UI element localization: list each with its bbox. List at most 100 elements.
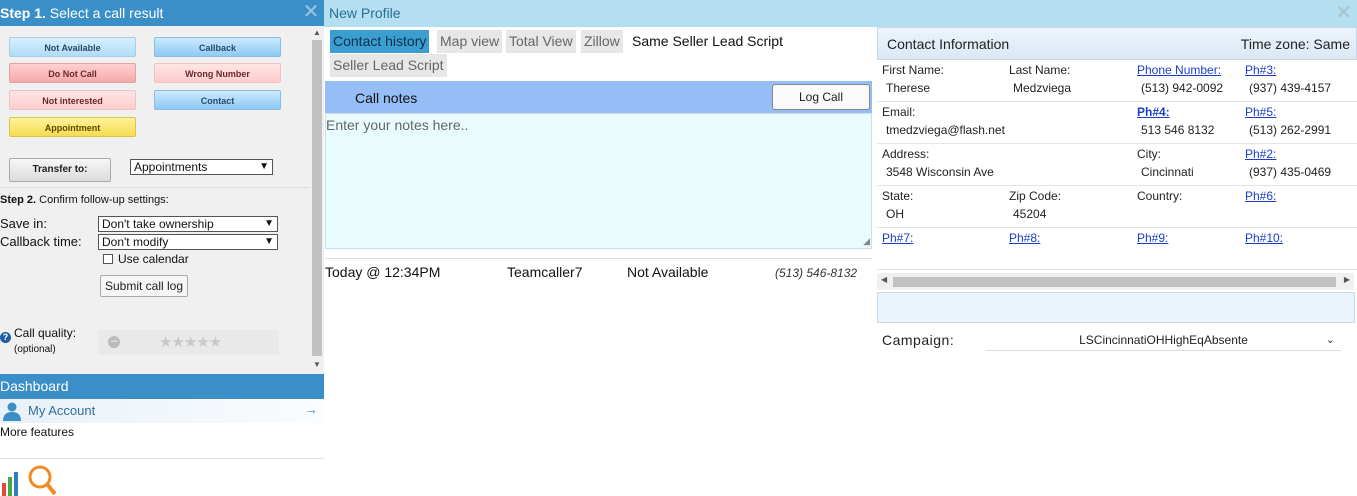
call-notes-textarea[interactable]: Enter your notes here.. ◢ — [325, 113, 872, 249]
campaign-value: LSCincinnatiOHHighEqAbsente — [1079, 333, 1248, 347]
callback-time-label: Callback time: — [0, 234, 82, 249]
step1-text: Select a call result — [45, 5, 164, 21]
wrong-number-button[interactable]: Wrong Number — [154, 63, 281, 83]
profile-title: New Profile — [329, 5, 401, 21]
city-value: Cincinnati — [1141, 165, 1194, 179]
log-call-button[interactable]: Log Call — [772, 84, 870, 110]
transfer-select[interactable]: Appointments ▼ — [130, 159, 273, 175]
chevron-down-icon: ▼ — [259, 161, 269, 172]
use-calendar-checkbox[interactable]: Use calendar — [103, 252, 189, 266]
step1-header: Step 1. Select a call result ✕ — [0, 0, 324, 26]
callback-time-select[interactable]: Don't modify ▼ — [98, 234, 278, 250]
tab-zillow[interactable]: Zillow — [581, 30, 623, 53]
call-quality-label: Call quality: — [14, 326, 77, 340]
call-notes-label: Call notes — [355, 90, 418, 106]
divider — [325, 258, 872, 259]
last-name-value: Medzviega — [1013, 81, 1072, 95]
divider — [0, 458, 324, 459]
use-calendar-label: Use calendar — [118, 252, 189, 266]
campaign-label: Campaign: — [882, 332, 955, 348]
chevron-down-icon: ▼ — [264, 236, 274, 247]
scrollbar-thumb[interactable] — [312, 40, 322, 356]
minus-circle-icon[interactable]: – — [108, 336, 120, 348]
address-value: 3548 Wisconsin Ave — [886, 165, 994, 179]
close-icon[interactable]: ✕ — [1335, 3, 1352, 23]
call-quality-rating[interactable]: – ★★★★★ — [98, 330, 279, 355]
contact-row: First Name: Therese Last Name: Medzviega… — [877, 60, 1357, 102]
ph4-value: 513 546 8132 — [1141, 123, 1215, 137]
phone-number-link[interactable]: Phone Number: — [1137, 63, 1221, 77]
tab-total-view[interactable]: Total View — [506, 30, 576, 53]
scroll-right-icon[interactable]: ▶ — [1344, 275, 1350, 284]
close-icon[interactable]: ✕ — [302, 2, 320, 22]
campaign-select[interactable]: LSCincinnatiOHHighEqAbsente ⌄ — [986, 329, 1341, 351]
star-rating-icon[interactable]: ★★★★★ — [159, 333, 222, 351]
transfer-button[interactable]: Transfer to: — [9, 158, 111, 182]
scroll-down-icon[interactable]: ▼ — [313, 360, 321, 369]
ph6-link[interactable]: Ph#6: — [1245, 189, 1276, 203]
optional-label: (optional) — [14, 344, 56, 355]
user-icon — [3, 402, 21, 421]
not-interested-button[interactable]: Not interested — [9, 90, 136, 110]
chevron-down-icon: ▼ — [264, 218, 274, 229]
country-label: Country: — [1137, 189, 1183, 203]
tab-map-view[interactable]: Map view — [437, 30, 503, 53]
submit-call-log-button[interactable]: Submit call log — [100, 275, 188, 297]
save-in-value: Don't take ownership — [102, 217, 214, 231]
help-icon[interactable]: ? — [0, 332, 11, 343]
ph2-link[interactable]: Ph#2: — [1245, 147, 1276, 161]
scroll-up-icon[interactable]: ▲ — [313, 28, 321, 37]
state-value: OH — [886, 207, 904, 221]
ph9-link[interactable]: Ph#9: — [1137, 231, 1168, 245]
tab-same-seller-lead-script[interactable]: Same Seller Lead Script — [629, 30, 786, 53]
ph7-link[interactable]: Ph#7: — [882, 231, 913, 245]
tab-seller-lead-script[interactable]: Seller Lead Script — [330, 54, 447, 77]
history-time: Today @ 12:34PM — [325, 264, 441, 280]
vertical-scrollbar[interactable]: ▲ ▼ — [310, 26, 324, 374]
appointment-button[interactable]: Appointment — [9, 117, 136, 137]
chevron-down-icon: ⌄ — [1325, 334, 1335, 346]
analytics-search-icon[interactable] — [2, 463, 56, 496]
time-zone: Time zone: Same — [1240, 36, 1350, 52]
history-result: Not Available — [627, 264, 709, 280]
ph5-link[interactable]: Ph#5: — [1245, 105, 1276, 119]
history-caller: Teamcaller7 — [507, 264, 583, 280]
step1-prefix: Step 1. — [0, 5, 46, 21]
contact-row: Ph#7: Ph#8: Ph#9: Ph#10: — [877, 228, 1357, 270]
my-account-label: My Account — [28, 403, 96, 418]
state-label: State: — [882, 189, 914, 203]
transfer-select-value: Appointments — [134, 160, 208, 174]
divider — [0, 187, 310, 188]
ph8-link[interactable]: Ph#8: — [1009, 231, 1040, 245]
my-account-link[interactable]: My Account → — [0, 399, 324, 423]
call-result-panel: Step 1. Select a call result ✕ Not Avail… — [0, 0, 324, 496]
city-label: City: — [1137, 147, 1161, 161]
zip-code-label: Zip Code: — [1009, 189, 1062, 203]
ph3-link[interactable]: Ph#3: — [1245, 63, 1276, 77]
save-in-label: Save in: — [0, 216, 47, 231]
ph10-link[interactable]: Ph#10: — [1245, 231, 1283, 245]
save-in-select[interactable]: Don't take ownership ▼ — [98, 216, 278, 232]
not-available-button[interactable]: Not Available — [9, 37, 136, 57]
step2-prefix: Step 2. — [0, 194, 37, 206]
callback-button[interactable]: Callback — [154, 37, 281, 57]
resize-grip-icon[interactable]: ◢ — [863, 236, 870, 247]
more-features-link[interactable]: More features — [0, 425, 74, 439]
zip-code-value: 45204 — [1013, 207, 1047, 221]
ph4-link[interactable]: Ph#4: — [1137, 105, 1170, 119]
tab-contact-history[interactable]: Contact history — [330, 30, 430, 53]
checkbox-icon[interactable] — [103, 254, 113, 264]
contact-button[interactable]: Contact — [154, 90, 281, 110]
scroll-left-icon[interactable]: ◀ — [881, 275, 887, 284]
do-not-call-button[interactable]: Do Not Call — [9, 63, 136, 83]
step2-text: Confirm follow-up settings: — [36, 194, 169, 206]
contact-row: Email: tmedzviega@flash.net Ph#4: 513 54… — [877, 102, 1357, 144]
scrollbar-thumb[interactable] — [893, 277, 1336, 287]
horizontal-scrollbar[interactable]: ◀ ▶ — [877, 273, 1354, 290]
profile-header: New Profile ✕ — [324, 0, 1357, 27]
call-notes-bar: Call notes Log Call — [325, 81, 872, 113]
notes-placeholder: Enter your notes here.. — [326, 117, 469, 133]
phone-number-value: (513) 942-0092 — [1141, 81, 1224, 95]
ph3-value: (937) 439-4157 — [1249, 81, 1332, 95]
call-result-scroll-area: Not Available Callback Do Not Call Wrong… — [0, 26, 324, 374]
